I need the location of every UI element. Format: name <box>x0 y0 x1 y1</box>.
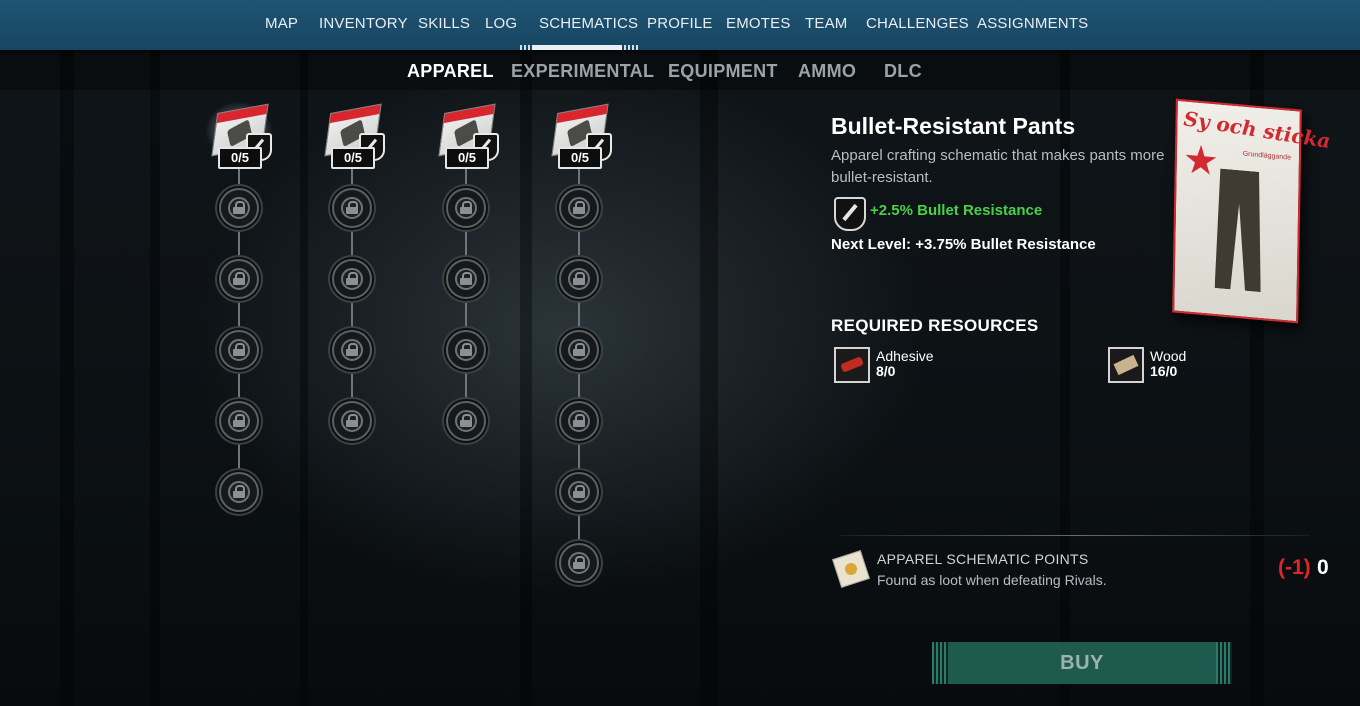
next-level-value: +3.75% Bullet Resistance <box>915 236 1096 253</box>
resource-count-adhesive: 8/0 <box>876 363 896 379</box>
lock-icon <box>341 410 363 432</box>
lock-icon <box>228 268 250 290</box>
top-navigation-bar: MAP INVENTORY SKILLS LOG SCHEMATICS PROF… <box>0 0 1360 50</box>
locked-schematic-node[interactable] <box>559 472 599 512</box>
lock-icon <box>341 268 363 290</box>
locked-schematic-node[interactable] <box>219 472 259 512</box>
nav-skills[interactable]: SKILLS <box>418 0 470 48</box>
pants-icon <box>1215 168 1263 292</box>
badge-icon <box>1185 143 1218 178</box>
locked-schematic-node[interactable] <box>219 188 259 228</box>
pack-title: Sy och sticka <box>1182 106 1332 154</box>
locked-schematic-node[interactable] <box>219 401 259 441</box>
nav-team[interactable]: TEAM <box>805 0 847 48</box>
locked-schematic-node[interactable] <box>446 188 486 228</box>
locked-schematic-node[interactable] <box>446 401 486 441</box>
resource-name-adhesive: Adhesive <box>876 348 934 364</box>
nav-profile[interactable]: PROFILE <box>647 0 713 48</box>
schematic-node-level-1[interactable]: 0/5 <box>319 103 385 175</box>
lock-icon <box>341 339 363 361</box>
locked-schematic-node[interactable] <box>332 188 372 228</box>
locked-schematic-node[interactable] <box>219 330 259 370</box>
schematic-node-level-1[interactable]: 0/5 <box>202 99 276 175</box>
schematic-description: Apparel crafting schematic that makes pa… <box>831 147 1165 186</box>
wood-icon <box>1108 347 1144 383</box>
nav-challenges[interactable]: CHALLENGES <box>866 0 969 48</box>
lock-icon <box>455 197 477 219</box>
locked-schematic-node[interactable] <box>446 259 486 299</box>
adhesive-icon <box>834 347 870 383</box>
schematic-points-description: Found as loot when defeating Rivals. <box>877 572 1107 588</box>
nav-inventory[interactable]: INVENTORY <box>319 0 408 48</box>
schematic-points-icon <box>832 550 870 588</box>
points-cost: (-1) <box>1278 556 1311 579</box>
nav-emotes[interactable]: EMOTES <box>726 0 791 48</box>
required-resources-title: REQUIRED RESOURCES <box>831 316 1039 335</box>
locked-schematic-node[interactable] <box>559 330 599 370</box>
schematic-points-title: APPAREL SCHEMATIC POINTS <box>877 551 1089 567</box>
lock-icon <box>568 410 590 432</box>
schematic-title: Bullet-Resistant Pants <box>831 113 1076 139</box>
buy-button-label: BUY <box>1060 652 1104 674</box>
node-progress-count: 0/5 <box>331 147 375 169</box>
locked-schematic-node[interactable] <box>332 330 372 370</box>
lock-icon <box>568 268 590 290</box>
node-progress-count: 0/5 <box>445 147 489 169</box>
lock-icon <box>455 339 477 361</box>
locked-schematic-node[interactable] <box>559 543 599 583</box>
lock-icon <box>455 410 477 432</box>
points-value: 0 <box>1317 556 1329 579</box>
lock-icon <box>568 197 590 219</box>
locked-schematic-node[interactable] <box>332 401 372 441</box>
locked-schematic-node[interactable] <box>219 259 259 299</box>
schematic-node-level-1[interactable]: 0/5 <box>433 103 499 175</box>
tab-dlc[interactable]: DLC <box>884 50 922 90</box>
lock-icon <box>228 481 250 503</box>
locked-schematic-node[interactable] <box>559 259 599 299</box>
schematic-pack-image: Sy och sticka Grundläggande <box>1172 98 1331 324</box>
next-level-label: Next Level: <box>831 236 912 253</box>
schematic-node-level-1[interactable]: 0/5 <box>546 103 612 175</box>
locked-schematic-node[interactable] <box>559 401 599 441</box>
shield-icon <box>834 197 866 231</box>
node-progress-count: 0/5 <box>218 147 262 169</box>
lock-icon <box>568 552 590 574</box>
current-stat: +2.5% Bullet Resistance <box>870 202 1043 219</box>
nav-assignments[interactable]: ASSIGNMENTS <box>977 0 1088 48</box>
pack-subtitle: Grundläggande <box>1242 150 1292 162</box>
lock-icon <box>228 197 250 219</box>
lock-icon <box>228 410 250 432</box>
node-progress-count: 0/5 <box>558 147 602 169</box>
lock-icon <box>568 339 590 361</box>
tab-apparel[interactable]: APPAREL <box>407 50 494 90</box>
tab-ammo[interactable]: AMMO <box>798 50 856 90</box>
locked-schematic-node[interactable] <box>332 259 372 299</box>
divider <box>840 535 1310 536</box>
lock-icon <box>455 268 477 290</box>
locked-schematic-node[interactable] <box>559 188 599 228</box>
nav-schematics[interactable]: SCHEMATICS <box>539 0 638 48</box>
nav-log[interactable]: LOG <box>485 0 517 48</box>
resource-count-wood: 16/0 <box>1150 363 1178 379</box>
category-tabs: APPAREL EXPERIMENTAL EQUIPMENT AMMO DLC <box>0 50 1360 90</box>
tab-experimental[interactable]: EXPERIMENTAL <box>511 50 654 90</box>
lock-icon <box>568 481 590 503</box>
buy-button[interactable]: BUY <box>932 642 1232 684</box>
tab-equipment[interactable]: EQUIPMENT <box>668 50 778 90</box>
lock-icon <box>341 197 363 219</box>
nav-map[interactable]: MAP <box>265 0 298 48</box>
next-level-stat: Next Level: +3.75% Bullet Resistance <box>831 236 1096 253</box>
resource-name-wood: Wood <box>1150 348 1187 364</box>
lock-icon <box>228 339 250 361</box>
locked-schematic-node[interactable] <box>446 330 486 370</box>
